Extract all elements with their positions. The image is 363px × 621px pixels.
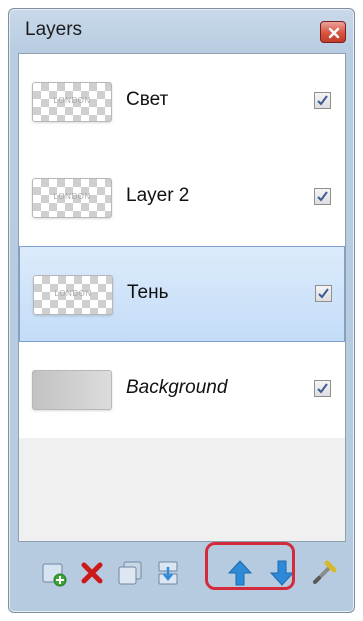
add-layer-button[interactable] bbox=[40, 559, 68, 587]
duplicate-layer-icon bbox=[118, 561, 142, 585]
layer-name: Background bbox=[126, 377, 228, 398]
layer-row[interactable]: Background bbox=[19, 342, 345, 438]
layer-row-selected[interactable]: LONDON Тень bbox=[19, 246, 345, 342]
merge-down-button[interactable] bbox=[154, 559, 182, 587]
delete-layer-icon bbox=[81, 562, 103, 584]
thumbnail-text: LONDON bbox=[53, 96, 91, 105]
title-bar[interactable]: Layers bbox=[9, 9, 354, 53]
close-button[interactable] bbox=[320, 21, 346, 43]
layer-visibility-checkbox[interactable] bbox=[314, 188, 331, 205]
layers-window: Layers LONDON Свет LONDON Layer 2 LONDON… bbox=[8, 8, 355, 613]
checkmark-icon bbox=[318, 288, 329, 299]
layer-list[interactable]: LONDON Свет LONDON Layer 2 LONDON Тень B… bbox=[18, 53, 346, 542]
layer-thumbnail: LONDON bbox=[32, 82, 112, 122]
window-title: Layers bbox=[25, 19, 83, 40]
properties-icon bbox=[313, 560, 337, 584]
layer-row[interactable]: LONDON Свет bbox=[19, 54, 345, 150]
thumbnail-text: LONDON bbox=[53, 192, 91, 201]
add-layer-icon bbox=[42, 563, 67, 587]
delete-layer-button[interactable] bbox=[78, 559, 106, 587]
merge-down-icon bbox=[158, 561, 178, 585]
layer-row[interactable]: LONDON Layer 2 bbox=[19, 150, 345, 246]
layer-visibility-checkbox[interactable] bbox=[314, 92, 331, 109]
layer-visibility-checkbox[interactable] bbox=[314, 380, 331, 397]
layer-thumbnail bbox=[32, 370, 112, 410]
layer-thumbnail: LONDON bbox=[32, 178, 112, 218]
layer-visibility-checkbox[interactable] bbox=[315, 285, 332, 302]
layer-name: Layer 2 bbox=[126, 185, 190, 206]
layer-name: Тень bbox=[127, 282, 169, 303]
checkmark-icon bbox=[317, 191, 328, 202]
layer-properties-button[interactable] bbox=[310, 559, 338, 587]
duplicate-layer-button[interactable] bbox=[116, 559, 144, 587]
checkmark-icon bbox=[317, 95, 328, 106]
checkmark-icon bbox=[317, 383, 328, 394]
highlight-annotation bbox=[205, 542, 295, 590]
layer-name: Свет bbox=[126, 89, 169, 110]
thumbnail-text: LONDON bbox=[54, 289, 92, 298]
layers-toolbar bbox=[18, 549, 346, 599]
layer-thumbnail: LONDON bbox=[33, 275, 113, 315]
close-icon bbox=[328, 27, 340, 39]
